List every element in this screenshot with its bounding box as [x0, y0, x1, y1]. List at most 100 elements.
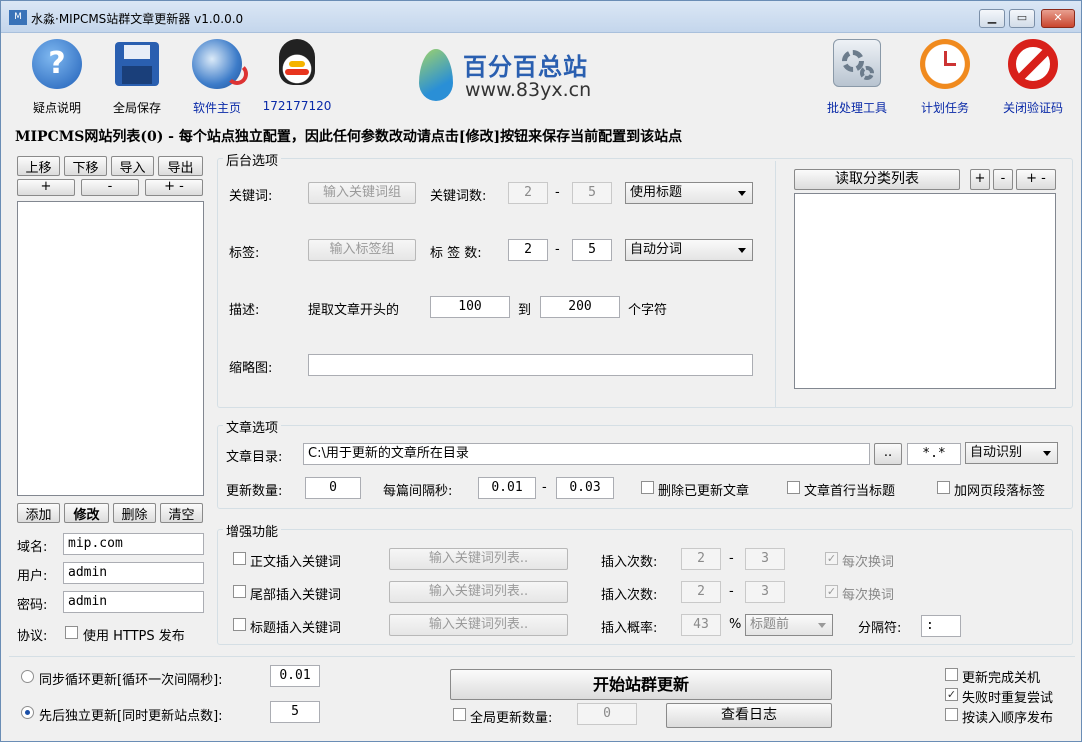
- list-minus-button[interactable]: -: [81, 179, 139, 196]
- main-window: M 水淼·MIPCMS站群文章更新器 v1.0.0.0 ▁ ▭ ✕ ? 疑点说明…: [0, 0, 1082, 742]
- https-checkbox[interactable]: [65, 626, 78, 639]
- description-from-input[interactable]: 100: [430, 296, 510, 318]
- domain-label: 域名:: [17, 540, 48, 555]
- concurrent-sites-input[interactable]: 5: [270, 701, 320, 723]
- keyword-min-input[interactable]: 2: [508, 182, 548, 204]
- list-plus-button[interactable]: +: [17, 179, 75, 196]
- move-up-button[interactable]: 上移: [17, 156, 60, 176]
- sequential-label: 先后独立更新[同时更新站点数]:: [39, 709, 223, 724]
- title-position-select[interactable]: 标题前: [745, 614, 833, 636]
- logo-name: 百分百总站: [463, 53, 588, 81]
- clear-sites-button[interactable]: 清空: [160, 503, 203, 523]
- keyword-mode-select[interactable]: 使用标题: [625, 182, 753, 204]
- batch-tool-button[interactable]: 批处理工具: [817, 37, 897, 117]
- tail-count-max-input[interactable]: 3: [745, 581, 785, 603]
- schedule-button[interactable]: 计划任务: [905, 37, 985, 117]
- tail-count-dash: -: [729, 584, 734, 599]
- close-captcha-button[interactable]: 关闭验证码: [993, 37, 1073, 117]
- tag-mode-select[interactable]: 自动分词: [625, 239, 753, 261]
- view-log-button[interactable]: 查看日志: [666, 703, 832, 728]
- sequential-radio[interactable]: [21, 706, 34, 719]
- sync-interval-input[interactable]: 0.01: [270, 665, 320, 687]
- sync-loop-radio[interactable]: [21, 670, 34, 683]
- body-count-max-input[interactable]: 3: [745, 548, 785, 570]
- thumbnail-input[interactable]: [308, 354, 753, 376]
- first-line-title-checkbox[interactable]: [787, 481, 800, 494]
- domain-input[interactable]: mip.com: [63, 533, 204, 555]
- read-category-button[interactable]: 读取分类列表: [794, 169, 960, 190]
- shutdown-checkbox[interactable]: [945, 668, 958, 681]
- article-dir-input[interactable]: C:\用于更新的文章所在目录: [303, 443, 870, 465]
- tag-count-label: 标 签 数:: [430, 246, 482, 261]
- order-checkbox[interactable]: [945, 708, 958, 721]
- modify-site-button[interactable]: 修改: [64, 503, 109, 523]
- keyword-label: 关键词:: [229, 189, 273, 204]
- body-swap-checkbox[interactable]: ✓: [825, 552, 838, 565]
- update-count-input[interactable]: 0: [305, 477, 361, 499]
- body-keyword-checkbox[interactable]: [233, 552, 246, 565]
- interval-max-input[interactable]: 0.03: [556, 477, 614, 499]
- tail-keyword-list-button[interactable]: 输入关键词列表..: [389, 581, 568, 603]
- username-input[interactable]: admin: [63, 562, 204, 584]
- keyword-max-input[interactable]: 5: [572, 182, 612, 204]
- window-title: 水淼·MIPCMS站群文章更新器 v1.0.0.0: [31, 12, 244, 26]
- article-options-title: 文章选项: [223, 417, 282, 436]
- homepage-button[interactable]: 软件主页: [177, 37, 257, 117]
- chevron-down-icon: [818, 623, 826, 628]
- global-count-checkbox[interactable]: [453, 708, 466, 721]
- start-update-button[interactable]: 开始站群更新: [450, 669, 832, 700]
- retry-checkbox[interactable]: ✓: [945, 688, 958, 701]
- maximize-button[interactable]: ▭: [1009, 9, 1035, 28]
- insert-prob-input[interactable]: 43: [681, 614, 721, 636]
- faq-button[interactable]: ? 疑点说明: [17, 37, 97, 117]
- encoding-select[interactable]: 自动识别: [965, 442, 1058, 464]
- backend-divider: [775, 161, 776, 407]
- body-count-min-input[interactable]: 2: [681, 548, 721, 570]
- body-keyword-list-button[interactable]: 输入关键词列表..: [389, 548, 568, 570]
- browse-button[interactable]: ..: [874, 443, 902, 465]
- keyword-mode-value: 使用标题: [630, 185, 683, 200]
- interval-label: 每篇间隔秒:: [383, 484, 453, 499]
- export-button[interactable]: 导出: [158, 156, 203, 176]
- description-label: 描述:: [229, 303, 260, 318]
- https-label: 使用 HTTPS 发布: [83, 629, 185, 644]
- para-tag-checkbox[interactable]: [937, 481, 950, 494]
- interval-min-input[interactable]: 0.01: [478, 477, 536, 499]
- minimize-button[interactable]: ▁: [979, 9, 1005, 28]
- tag-max-input[interactable]: 5: [572, 239, 612, 261]
- list-plusminus-button[interactable]: + -: [145, 179, 203, 196]
- delete-updated-checkbox[interactable]: [641, 481, 654, 494]
- category-plusminus-button[interactable]: + -: [1016, 169, 1056, 190]
- qq-button[interactable]: 172177120: [257, 37, 337, 117]
- site-listbox[interactable]: [17, 201, 204, 496]
- category-minus-button[interactable]: -: [993, 169, 1013, 190]
- logo-drop-icon: [415, 43, 459, 107]
- title-keyword-checkbox[interactable]: [233, 618, 246, 631]
- import-button[interactable]: 导入: [111, 156, 154, 176]
- global-save-button[interactable]: 全局保存: [97, 37, 177, 117]
- keyword-group-button[interactable]: 输入关键词组: [308, 182, 416, 204]
- tail-swap-checkbox[interactable]: ✓: [825, 585, 838, 598]
- file-ext-input[interactable]: *.*: [907, 443, 961, 465]
- forbidden-icon: [1008, 39, 1058, 89]
- password-input[interactable]: admin: [63, 591, 204, 613]
- title-bar[interactable]: M 水淼·MIPCMS站群文章更新器 v1.0.0.0 ▁ ▭ ✕: [1, 1, 1081, 33]
- gears-icon: [833, 39, 881, 87]
- separator-label: 分隔符:: [858, 621, 902, 636]
- category-plus-button[interactable]: +: [970, 169, 990, 190]
- description-to-label: 到: [518, 303, 532, 318]
- schedule-label: 计划任务: [920, 101, 969, 115]
- delete-site-button[interactable]: 删除: [113, 503, 156, 523]
- global-count-input[interactable]: 0: [577, 703, 637, 725]
- description-to-input[interactable]: 200: [540, 296, 620, 318]
- tag-min-input[interactable]: 2: [508, 239, 548, 261]
- title-keyword-list-button[interactable]: 输入关键词列表..: [389, 614, 568, 636]
- move-down-button[interactable]: 下移: [64, 156, 107, 176]
- add-site-button[interactable]: 添加: [17, 503, 60, 523]
- close-button[interactable]: ✕: [1041, 9, 1075, 28]
- tail-count-min-input[interactable]: 2: [681, 581, 721, 603]
- separator-input[interactable]: :: [921, 615, 961, 637]
- tag-group-button[interactable]: 输入标签组: [308, 239, 416, 261]
- tail-keyword-checkbox[interactable]: [233, 585, 246, 598]
- category-listbox[interactable]: [794, 193, 1056, 389]
